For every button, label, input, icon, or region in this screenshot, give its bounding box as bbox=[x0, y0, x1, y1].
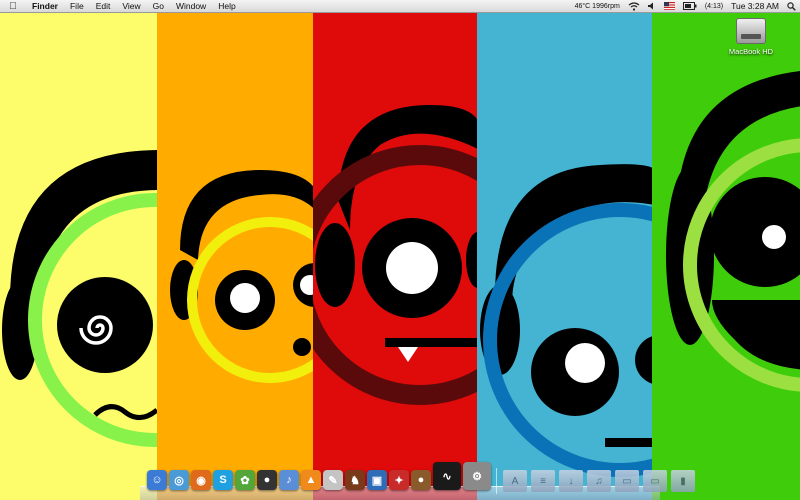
webcam-icon[interactable]: ● bbox=[257, 470, 277, 490]
apple-menu-icon[interactable]:  bbox=[0, 0, 26, 13]
movies-folder-icon[interactable]: ▭ bbox=[643, 470, 667, 492]
menu-file[interactable]: File bbox=[64, 0, 90, 13]
game-icon[interactable]: ♞ bbox=[345, 470, 365, 490]
menu-help[interactable]: Help bbox=[212, 0, 241, 13]
skype-icon[interactable]: S bbox=[213, 470, 233, 490]
menu-view[interactable]: View bbox=[116, 0, 146, 13]
adium-icon[interactable]: ✿ bbox=[235, 470, 255, 490]
menu-go[interactable]: Go bbox=[147, 0, 170, 13]
green-panel bbox=[652, 0, 800, 500]
menu-window[interactable]: Window bbox=[170, 0, 212, 13]
documents-folder-icon[interactable]: ≡ bbox=[531, 470, 555, 492]
iphoto-icon[interactable]: ▣ bbox=[367, 470, 387, 490]
desktop-wallpaper bbox=[0, 0, 800, 500]
menu-app-finder[interactable]: Finder bbox=[26, 0, 64, 13]
itunes-icon[interactable]: ♪ bbox=[279, 470, 299, 490]
coffee-icon[interactable]: ● bbox=[411, 470, 431, 490]
firefox-icon[interactable]: ◉ bbox=[191, 470, 211, 490]
status-area: 46°C 1996rpm (4:13) Tue 3:28 AM bbox=[571, 0, 800, 13]
vlc-cone-icon[interactable]: ▲ bbox=[301, 470, 321, 490]
system-preferences-icon[interactable]: ⚙ bbox=[463, 462, 491, 490]
music-folder-icon[interactable]: ♫ bbox=[587, 470, 611, 492]
desktop-icon-macbook-hd[interactable]: MacBook HD bbox=[722, 18, 780, 56]
pictures-folder-icon[interactable]: ▭ bbox=[615, 470, 639, 492]
dock-items: ☺ ◎ ◉ S ✿ ● ♪ ▲ ✎ ♞ ▣ ✦ ● ∿ ⚙ A ≡ ↓ ♫ ▭ ▭ ▮ bbox=[146, 460, 697, 500]
temperature-fan-status[interactable]: 46°C 1996rpm bbox=[575, 0, 620, 13]
input-source-flag-icon[interactable] bbox=[663, 2, 675, 10]
menu-bar:  Finder File Edit View Go Window Help 4… bbox=[0, 0, 800, 13]
spotlight-search-icon[interactable] bbox=[787, 1, 796, 11]
battery-time[interactable]: (4:13) bbox=[705, 0, 723, 13]
dock-separator bbox=[496, 468, 497, 494]
desktop-icon-label: MacBook HD bbox=[728, 47, 774, 56]
preview-icon[interactable]: ✎ bbox=[323, 470, 343, 490]
trash-icon[interactable]: ▮ bbox=[671, 470, 695, 492]
menu-edit[interactable]: Edit bbox=[90, 0, 117, 13]
hard-drive-icon bbox=[736, 18, 766, 44]
finder-icon[interactable]: ☺ bbox=[147, 470, 167, 490]
wifi-icon[interactable] bbox=[628, 1, 640, 11]
volume-icon[interactable] bbox=[647, 2, 656, 10]
battery-icon[interactable] bbox=[682, 2, 697, 10]
downloads-folder-icon[interactable]: ↓ bbox=[559, 470, 583, 492]
joystick-icon[interactable]: ✦ bbox=[389, 470, 409, 490]
clock[interactable]: Tue 3:28 AM bbox=[731, 0, 779, 13]
activity-monitor-icon[interactable]: ∿ bbox=[433, 462, 461, 490]
applications-folder-icon[interactable]: A bbox=[503, 470, 527, 492]
dock: ☺ ◎ ◉ S ✿ ● ♪ ▲ ✎ ♞ ▣ ✦ ● ∿ ⚙ A ≡ ↓ ♫ ▭ ▭ ▮ bbox=[140, 460, 695, 500]
safari-icon[interactable]: ◎ bbox=[169, 470, 189, 490]
